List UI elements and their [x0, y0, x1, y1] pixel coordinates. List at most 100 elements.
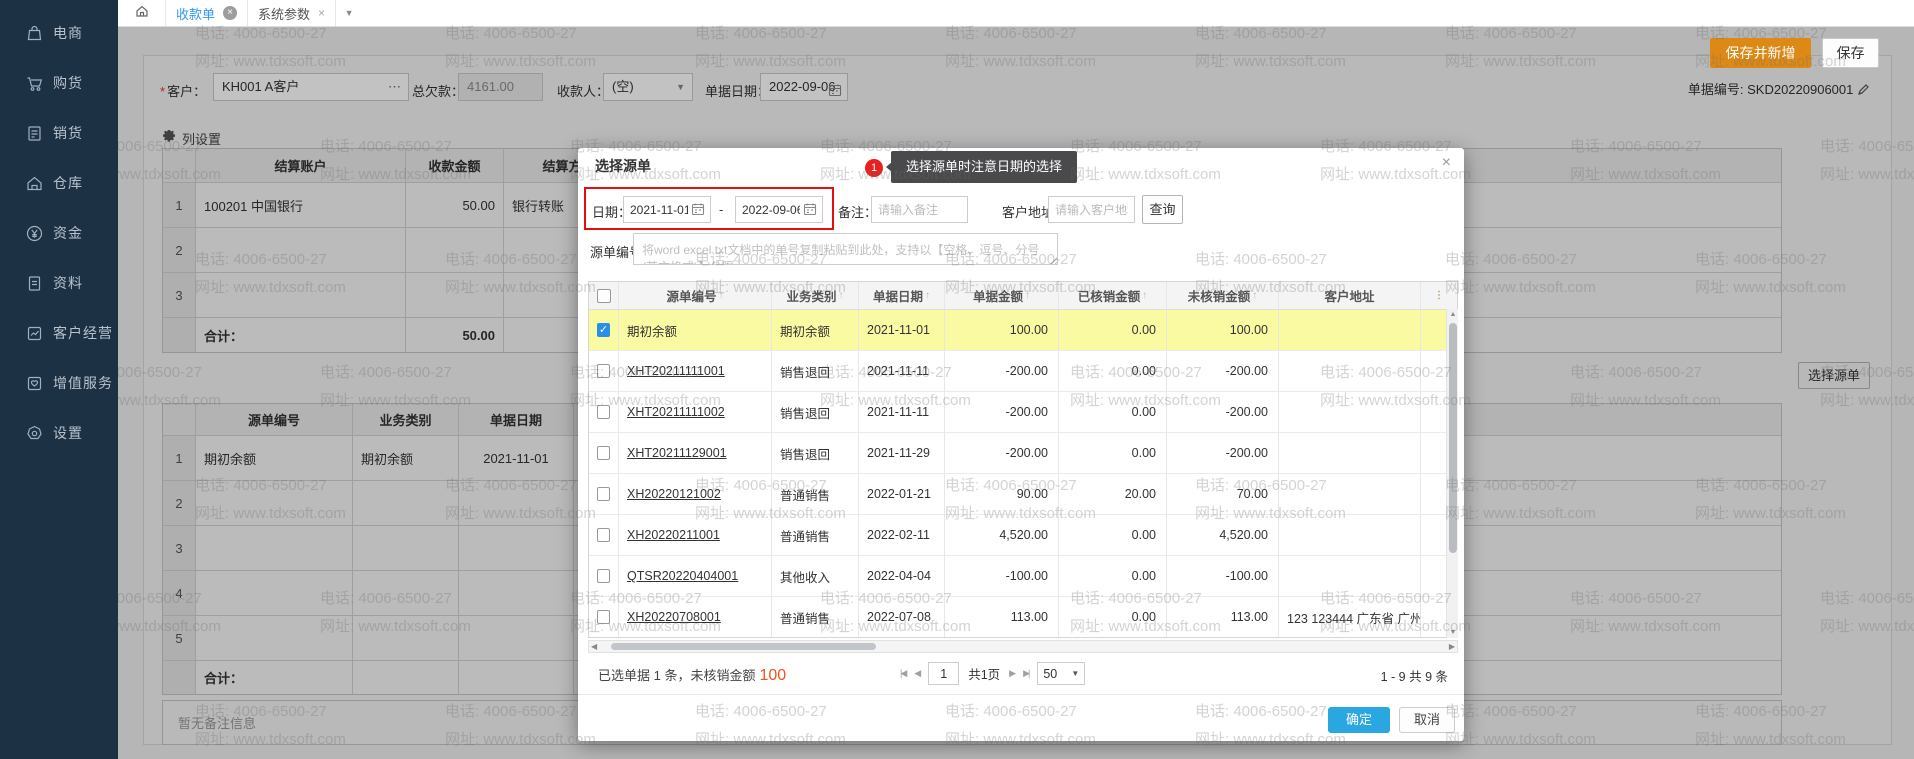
col-header-amount[interactable]: 单据金额↑ — [945, 282, 1059, 309]
sort-icon[interactable]: ↑ — [925, 290, 930, 301]
col-header-written-off[interactable]: 已核销金额↑ — [1059, 282, 1167, 309]
chevron-down-icon[interactable]: ▼ — [336, 0, 362, 26]
source-code-cell[interactable]: XHT20211111002 — [619, 392, 772, 432]
source-code-textarea[interactable] — [633, 233, 1058, 265]
scroll-up-icon[interactable]: ▲ — [1447, 311, 1459, 318]
col-header-code[interactable]: 源单编号↑ — [619, 282, 772, 309]
source-code-cell[interactable]: XH20220708001 — [619, 597, 772, 637]
scroll-left-icon[interactable]: ◀ — [591, 642, 597, 651]
address-cell — [1279, 392, 1421, 432]
col-header-date[interactable]: 单据日期↑ — [859, 282, 945, 309]
next-page-icon[interactable]: ▶ — [1009, 668, 1014, 679]
row-checkbox[interactable] — [597, 610, 610, 624]
source-code-cell[interactable]: XHT20211111001 — [619, 351, 772, 391]
col-header-remaining[interactable]: 未核销金额↑ — [1167, 282, 1279, 309]
last-page-icon[interactable]: ▶| — [1023, 668, 1028, 679]
source-code-cell[interactable]: XH20220211001 — [619, 515, 772, 555]
tab-receipt[interactable]: 收款单 × — [166, 0, 248, 26]
row-checkbox-cell[interactable] — [589, 433, 619, 473]
sidebar-item-purchase[interactable]: 购货 — [0, 58, 118, 108]
grid-row[interactable]: XHT20211111001 销售退回 2021-11-11 -200.00 0… — [589, 351, 1457, 392]
remaining-cell: 100.00 — [1167, 310, 1279, 350]
vertical-scrollbar[interactable]: ▲ ▼ — [1446, 309, 1458, 638]
grid-row[interactable]: ✓ 期初余额 期初余额 2021-11-01 100.00 0.00 100.0… — [589, 310, 1457, 351]
bill-date-cell: 2021-11-29 — [859, 433, 945, 473]
select-all-cell[interactable] — [589, 282, 619, 309]
sort-icon[interactable]: ↑ — [839, 290, 844, 301]
first-page-icon[interactable]: |◀ — [900, 668, 905, 679]
settings-gear-icon — [25, 424, 44, 443]
row-checkbox[interactable] — [597, 569, 610, 583]
row-checkbox-cell[interactable] — [589, 392, 619, 432]
col-header-more[interactable]: ⋮ — [1421, 282, 1457, 309]
sidebar-item-value-added[interactable]: 增值服务 — [0, 358, 118, 408]
grid-row[interactable]: XHT20211111002 销售退回 2021-11-11 -200.00 0… — [589, 392, 1457, 433]
remark-filter-input[interactable] — [871, 196, 968, 223]
source-code-cell[interactable]: XH20220121002 — [619, 474, 772, 514]
select-all-checkbox[interactable] — [597, 289, 611, 303]
cancel-button[interactable]: 取消 — [1399, 707, 1455, 733]
row-checkbox-cell[interactable] — [589, 556, 619, 596]
row-checkbox-cell[interactable]: ✓ — [589, 310, 619, 350]
prev-page-icon[interactable]: ◀ — [914, 668, 919, 679]
row-checkbox[interactable] — [597, 364, 610, 378]
row-checkbox[interactable] — [597, 405, 610, 419]
written-off-cell: 20.00 — [1059, 474, 1167, 514]
confirm-button[interactable]: 确定 — [1328, 707, 1390, 733]
scrollbar-thumb[interactable] — [611, 643, 876, 650]
tab-system-params[interactable]: 系统参数 × — [248, 0, 336, 26]
row-checkbox[interactable] — [597, 487, 610, 501]
written-off-cell: 0.00 — [1059, 433, 1167, 473]
query-button[interactable]: 查询 — [1142, 195, 1183, 224]
grid-row[interactable]: XH20220211001 普通销售 2022-02-11 4,520.00 0… — [589, 515, 1457, 556]
grid-row[interactable]: XH20220708001 普通销售 2022-07-08 113.00 0.0… — [589, 597, 1457, 638]
row-checkbox[interactable] — [597, 528, 610, 542]
sort-icon[interactable]: ↑ — [719, 290, 724, 301]
address-filter-input[interactable] — [1048, 196, 1135, 223]
sidebar-item-warehouse[interactable]: 仓库 — [0, 158, 118, 208]
scroll-right-icon[interactable]: ▶ — [1449, 642, 1455, 651]
sort-icon[interactable]: ↑ — [1025, 290, 1030, 301]
col-header-address[interactable]: 客户地址 — [1279, 282, 1421, 309]
grid-row[interactable]: XHT20211129001 销售退回 2021-11-29 -200.00 0… — [589, 433, 1457, 474]
sidebar-item-eshop[interactable]: 电商 — [0, 8, 118, 58]
page-size-select[interactable]: 50▼ — [1037, 662, 1085, 685]
row-checkbox-cell[interactable] — [589, 515, 619, 555]
horizontal-scrollbar[interactable]: ◀ ▶ — [588, 640, 1458, 653]
modal-footer: 已选单据 1 条，未核销金额100 |◀ ◀ 共1页 ▶ ▶| 50▼ 1 - … — [578, 653, 1464, 695]
sort-icon[interactable]: ↑ — [1252, 290, 1257, 301]
selection-summary: 已选单据 1 条，未核销金额100 — [598, 665, 786, 685]
scrollbar-thumb[interactable] — [1449, 323, 1457, 553]
col-header-type[interactable]: 业务类别↑ — [772, 282, 859, 309]
row-checkbox-cell[interactable] — [589, 351, 619, 391]
tab-label: 系统参数 — [258, 4, 310, 23]
grid-row[interactable]: XH20220121002 普通销售 2022-01-21 90.00 20.0… — [589, 474, 1457, 515]
written-off-cell: 0.00 — [1059, 556, 1167, 596]
save-button[interactable]: 保存 — [1822, 38, 1879, 68]
row-checkbox-cell[interactable] — [589, 597, 619, 637]
close-icon[interactable]: × — [223, 6, 237, 20]
address-cell — [1279, 515, 1421, 555]
source-code-cell[interactable]: XHT20211129001 — [619, 433, 772, 473]
row-checkbox-cell[interactable] — [589, 474, 619, 514]
select-source-modal: 选择源单 × 1 选择源单时注意日期的选择 日期： - 备注： 客户地址： 查询… — [578, 148, 1464, 741]
sidebar-item-settings[interactable]: 设置 — [0, 408, 118, 458]
sidebar-item-customer-ops[interactable]: 客户经营 — [0, 308, 118, 358]
source-code-cell[interactable]: 期初余额 — [619, 310, 772, 350]
close-icon[interactable]: × — [318, 6, 325, 20]
bill-date-cell: 2022-07-08 — [859, 597, 945, 637]
sidebar-item-funds[interactable]: 资金 — [0, 208, 118, 258]
grid-row[interactable]: QTSR20220404001 其他收入 2022-04-04 -100.00 … — [589, 556, 1457, 597]
bill-amount-cell: 113.00 — [945, 597, 1059, 637]
row-checkbox[interactable] — [597, 446, 610, 460]
source-code-cell[interactable]: QTSR20220404001 — [619, 556, 772, 596]
page-number-input[interactable] — [928, 662, 959, 685]
row-checkbox[interactable]: ✓ — [597, 323, 610, 337]
sidebar-item-sales[interactable]: 销货 — [0, 108, 118, 158]
scroll-down-icon[interactable]: ▼ — [1447, 629, 1459, 636]
close-icon[interactable]: × — [1442, 154, 1451, 172]
home-tab[interactable] — [118, 0, 166, 26]
save-and-new-button[interactable]: 保存并新增 — [1710, 38, 1811, 68]
sort-icon[interactable]: ↑ — [1142, 290, 1147, 301]
sidebar-item-data[interactable]: 资料 — [0, 258, 118, 308]
